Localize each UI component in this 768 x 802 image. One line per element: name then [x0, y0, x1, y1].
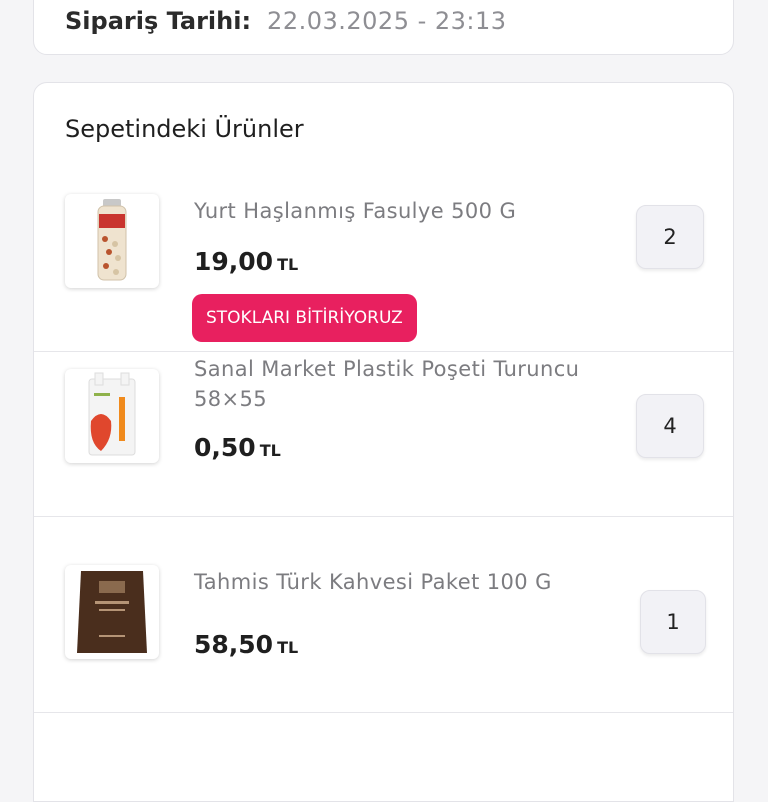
price-value: 58,50 — [194, 630, 274, 659]
product-image[interactable] — [65, 565, 159, 659]
price-currency: TL — [277, 638, 299, 657]
product-name[interactable]: Yurt Haşlanmış Fasulye 500 G — [194, 196, 594, 226]
basket-card: Sepetindeki Ürünler Yurt Haşlanmış Fasul… — [33, 82, 734, 802]
quantity-button[interactable]: 4 — [636, 394, 704, 458]
basket-title: Sepetindeki Ürünler — [65, 115, 304, 143]
product-price: 19,00 TL — [194, 247, 298, 276]
product-name[interactable]: Tahmis Türk Kahvesi Paket 100 G — [194, 567, 594, 597]
price-currency: TL — [277, 255, 299, 274]
order-date-label: Sipariş Tarihi: — [65, 7, 252, 35]
price-value: 0,50 — [194, 433, 256, 462]
product-name[interactable]: Sanal Market Plastik Poşeti Turuncu 58×5… — [194, 354, 594, 414]
basket-item[interactable]: Tahmis Türk Kahvesi Paket 100 G 58,50 TL … — [34, 516, 733, 713]
product-image[interactable] — [65, 194, 159, 288]
product-image[interactable] — [65, 369, 159, 463]
price-value: 19,00 — [194, 247, 274, 276]
basket-item[interactable]: Yurt Haşlanmış Fasulye 500 G 19,00 TL 2 S… — [34, 173, 733, 352]
price-currency: TL — [259, 441, 281, 460]
order-info-card: Sipariş Tarihi: 22.03.2025 - 23:13 — [33, 0, 734, 55]
low-stock-badge: STOKLARI BİTİRİYORUZ — [192, 294, 417, 342]
basket-item[interactable]: Sanal Market Plastik Poşeti Turuncu 58×5… — [34, 351, 733, 517]
product-price: 58,50 TL — [194, 630, 298, 659]
order-date-value: 22.03.2025 - 23:13 — [267, 7, 507, 35]
product-price: 0,50 TL — [194, 433, 281, 462]
order-date-row: Sipariş Tarihi: 22.03.2025 - 23:13 — [65, 1, 507, 41]
quantity-button[interactable]: 1 — [640, 590, 706, 654]
quantity-button[interactable]: 2 — [636, 205, 704, 269]
